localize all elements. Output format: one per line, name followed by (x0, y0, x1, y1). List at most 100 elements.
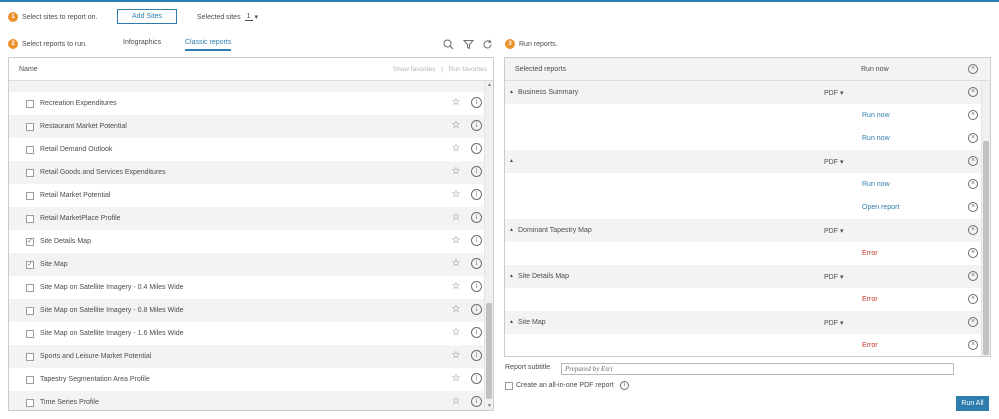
report-list-item[interactable]: Site Map on Satellite Imagery - 1.6 Mile… (9, 322, 485, 345)
report-checkbox[interactable] (26, 398, 34, 407)
info-icon[interactable]: i (471, 373, 482, 384)
run-favorites-link[interactable]: Run favorites (449, 66, 487, 73)
info-icon[interactable]: i (471, 212, 482, 223)
scroll-up-icon[interactable]: ▲ (486, 82, 493, 89)
report-list-item[interactable]: Time Series Profile ☆ i (9, 391, 485, 410)
scrollbar-thumb[interactable] (486, 303, 492, 399)
search-icon[interactable] (442, 38, 454, 50)
report-checkbox[interactable] (26, 122, 34, 131)
format-dropdown[interactable]: PDF ▾ (824, 89, 843, 97)
remove-icon[interactable]: × (968, 202, 978, 212)
report-checkbox[interactable] (26, 214, 34, 223)
report-list-item[interactable]: Recreation Expenditures ☆ i (9, 92, 485, 115)
info-icon[interactable]: i (619, 381, 629, 390)
scrollbar-thumb[interactable] (983, 141, 989, 355)
report-checkbox[interactable] (26, 168, 34, 177)
report-list-item[interactable]: Site Map on Satellite Imagery - 0.4 Mile… (9, 276, 485, 299)
star-icon[interactable]: ☆ (450, 396, 462, 408)
report-list-item[interactable]: Retail MarketPlace Profile ☆ i (9, 207, 485, 230)
report-list-item[interactable]: Retail Goods and Services Expenditures ☆ i (9, 161, 485, 184)
remove-icon[interactable]: × (968, 179, 978, 189)
run-now-link[interactable]: Run now (862, 135, 890, 142)
format-dropdown[interactable]: PDF ▾ (824, 227, 843, 235)
star-icon[interactable]: ☆ (450, 212, 462, 224)
star-icon[interactable]: ☆ (450, 373, 462, 385)
remove-icon[interactable]: × (968, 133, 978, 143)
run-all-button[interactable]: Run All (956, 396, 989, 411)
star-icon[interactable]: ☆ (450, 120, 462, 132)
selected-reports-scrollbar[interactable] (981, 81, 990, 356)
report-checkbox[interactable]: ✓ (26, 237, 34, 246)
star-icon[interactable]: ☆ (450, 258, 462, 270)
run-now-link[interactable]: Run now (862, 112, 890, 119)
all-in-one-checkbox[interactable] (505, 381, 513, 390)
report-checkbox[interactable] (26, 145, 34, 154)
report-list-item[interactable]: Retail Demand Outlook ☆ i (9, 138, 485, 161)
info-icon[interactable]: i (471, 97, 482, 108)
refresh-icon[interactable] (481, 38, 493, 50)
report-list-item[interactable]: Tapestry Segmentation Area Profile ☆ i (9, 368, 485, 391)
info-icon[interactable]: i (471, 281, 482, 292)
collapse-icon[interactable]: ▲ (509, 319, 514, 325)
remove-icon[interactable]: × (968, 225, 978, 235)
report-list-item[interactable]: Sports and Leisure Market Potential ☆ i (9, 345, 485, 368)
report-list-item[interactable]: Site Map on Satellite Imagery - 0.8 Mile… (9, 299, 485, 322)
star-icon[interactable]: ☆ (450, 327, 462, 339)
star-icon[interactable]: ☆ (450, 143, 462, 155)
report-checkbox[interactable] (26, 306, 34, 315)
remove-icon[interactable]: × (968, 271, 978, 281)
report-list-item[interactable]: Restaurant Market Potential ☆ i (9, 115, 485, 138)
report-checkbox[interactable] (26, 375, 34, 384)
info-icon[interactable]: i (471, 304, 482, 315)
collapse-icon[interactable]: ▲ (509, 227, 514, 233)
star-icon[interactable]: ☆ (450, 350, 462, 362)
report-checkbox[interactable] (26, 191, 34, 200)
remove-icon[interactable]: × (968, 87, 978, 97)
info-icon[interactable]: i (471, 258, 482, 269)
star-icon[interactable]: ☆ (450, 189, 462, 201)
info-icon[interactable]: i (471, 396, 482, 407)
info-icon[interactable]: i (471, 143, 482, 154)
info-icon[interactable]: i (471, 350, 482, 361)
info-icon[interactable]: i (471, 189, 482, 200)
info-icon[interactable]: i (471, 235, 482, 246)
info-icon[interactable]: i (471, 327, 482, 338)
report-subtitle-input[interactable]: Prepared by Esri (561, 363, 954, 375)
run-now-link[interactable]: Run now (862, 181, 890, 188)
remove-icon[interactable]: × (968, 110, 978, 120)
selected-sites-dropdown[interactable]: Selected sites 1 ▾ (197, 13, 258, 21)
star-icon[interactable]: ☆ (450, 235, 462, 247)
star-icon[interactable]: ☆ (450, 304, 462, 316)
star-icon[interactable]: ☆ (450, 281, 462, 293)
report-checkbox[interactable] (26, 352, 34, 361)
info-icon[interactable]: i (471, 166, 482, 177)
report-checkbox[interactable] (26, 329, 34, 338)
remove-icon[interactable]: × (968, 294, 978, 304)
add-sites-button[interactable]: Add Sites (117, 9, 177, 24)
report-list-scrollbar[interactable]: ▲ ▼ (484, 81, 493, 410)
star-icon[interactable]: ☆ (450, 166, 462, 178)
report-list-item[interactable]: ✓ Site Map ☆ i (9, 253, 485, 276)
remove-icon[interactable]: × (968, 340, 978, 350)
collapse-icon[interactable]: ▲ (509, 89, 514, 95)
report-list-item[interactable]: ✓ Site Details Map ☆ i (9, 230, 485, 253)
run-now-link[interactable]: Open report (862, 204, 899, 211)
format-dropdown[interactable]: PDF ▾ (824, 319, 843, 327)
report-checkbox[interactable]: ✓ (26, 260, 34, 269)
format-dropdown[interactable]: PDF ▾ (824, 158, 843, 166)
star-icon[interactable]: ☆ (450, 97, 462, 109)
report-list-item[interactable]: Retail Market Potential ☆ i (9, 184, 485, 207)
tab-infographics[interactable]: Infographics (123, 39, 161, 49)
report-checkbox[interactable] (26, 99, 34, 108)
show-favorites-link[interactable]: Show favorites (393, 66, 436, 73)
format-dropdown[interactable]: PDF ▾ (824, 273, 843, 281)
tab-classic-reports[interactable]: Classic reports (185, 39, 232, 51)
remove-icon[interactable]: × (968, 317, 978, 327)
remove-icon[interactable]: × (968, 248, 978, 258)
remove-icon[interactable]: × (968, 156, 978, 166)
report-checkbox[interactable] (26, 283, 34, 292)
collapse-icon[interactable]: ▲ (509, 158, 514, 164)
collapse-icon[interactable]: ▲ (509, 273, 514, 279)
filter-icon[interactable] (462, 38, 474, 50)
scroll-down-icon[interactable]: ▼ (486, 403, 493, 410)
